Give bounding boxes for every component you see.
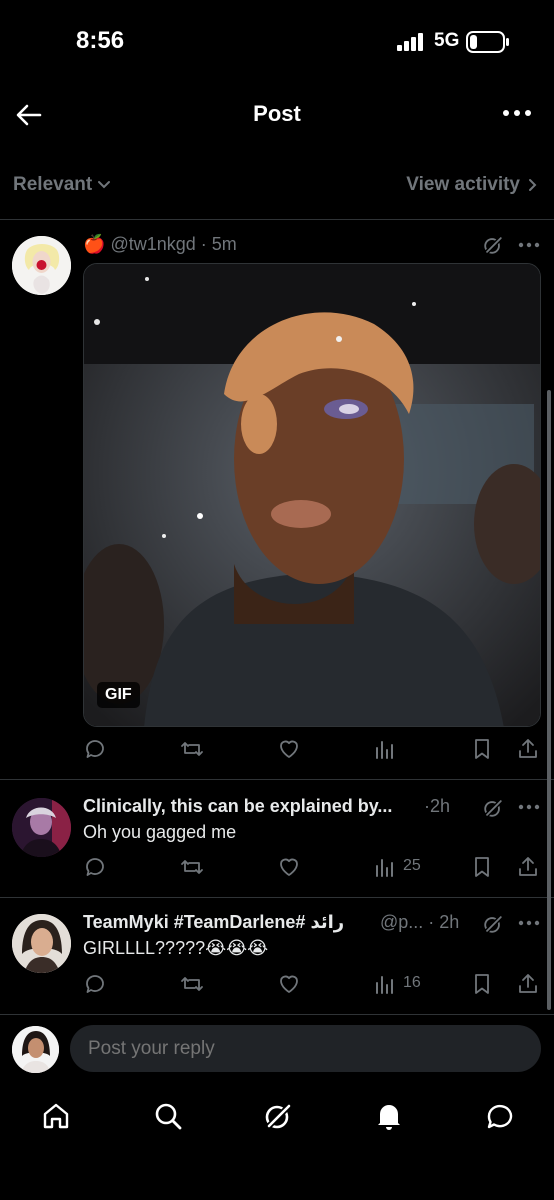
divider (0, 897, 554, 898)
heart-icon[interactable] (277, 972, 301, 996)
bookmark-icon[interactable] (470, 737, 494, 761)
views-icon[interactable] (373, 855, 397, 879)
handle-emoji: 🍎 (83, 234, 106, 254)
status-time: 8:56 (76, 27, 125, 54)
divider (0, 219, 554, 220)
reply-filter-row: Relevant View activity (0, 160, 554, 210)
heart-icon[interactable] (277, 737, 301, 761)
avatar[interactable] (12, 914, 71, 973)
chevron-down-icon (98, 181, 111, 189)
reply-author-name[interactable]: Clinically, this can be explained by... (83, 796, 392, 817)
reply-time: 2h (439, 912, 460, 932)
more-options-icon[interactable] (518, 241, 540, 249)
messages-icon[interactable] (484, 1100, 516, 1132)
views-icon[interactable] (373, 737, 397, 761)
divider (0, 779, 554, 780)
network-label: 5G (434, 30, 460, 51)
more-horizontal-icon[interactable] (502, 106, 532, 120)
chevron-right-icon (529, 179, 537, 191)
gif-media[interactable] (83, 263, 541, 727)
view-activity-label: View activity (406, 174, 520, 195)
avatar-image (12, 914, 71, 973)
battery-icon (466, 31, 509, 53)
share-icon[interactable] (516, 737, 540, 761)
bottom-nav (0, 1085, 554, 1200)
view-activity-link[interactable]: View activity (406, 174, 538, 196)
home-icon[interactable] (40, 1100, 72, 1132)
more-options-icon[interactable] (518, 803, 540, 811)
avatar-image (12, 236, 71, 295)
avatar-image (12, 1026, 59, 1073)
grok-icon[interactable] (482, 797, 504, 819)
share-icon[interactable] (516, 855, 540, 879)
post-handle[interactable]: @tw1nkgd (110, 234, 195, 254)
post-time: 5m (211, 234, 237, 254)
signal-icon (397, 33, 423, 51)
repost-icon[interactable] (180, 855, 204, 879)
divider (0, 1014, 554, 1015)
views-icon[interactable] (373, 972, 397, 996)
repost-icon[interactable] (180, 972, 204, 996)
views-count: 16 (403, 974, 421, 991)
heart-icon[interactable] (277, 855, 301, 879)
avatar[interactable] (12, 236, 71, 295)
grok-icon[interactable] (262, 1100, 294, 1132)
reply-icon[interactable] (83, 855, 107, 879)
reply-icon[interactable] (83, 737, 107, 761)
bell-icon[interactable] (373, 1100, 405, 1132)
page-title: Post (253, 101, 301, 126)
top-bar: Post (0, 84, 554, 148)
post-handle-row: 🍎 @tw1nkgd · 5m (83, 234, 237, 254)
sort-dropdown[interactable]: Relevant (13, 174, 111, 196)
more-options-icon[interactable] (518, 919, 540, 927)
avatar[interactable] (12, 798, 71, 857)
avatar[interactable] (12, 1026, 59, 1073)
views-count: 25 (403, 857, 421, 874)
gif-badge: GIF (97, 682, 140, 708)
reply-text: Oh you gagged me (83, 822, 237, 842)
bookmark-icon[interactable] (470, 855, 494, 879)
share-icon[interactable] (516, 972, 540, 996)
reply-time: 2h (430, 796, 451, 816)
status-bar: 8:56 5G (0, 0, 554, 84)
avatar-image (12, 798, 71, 857)
search-icon[interactable] (152, 1100, 184, 1132)
reply-time-row: ·2h (424, 796, 451, 816)
gif-image (84, 264, 540, 726)
reply-input[interactable] (70, 1025, 541, 1072)
bookmark-icon[interactable] (470, 972, 494, 996)
repost-icon[interactable] (180, 737, 204, 761)
grok-icon[interactable] (482, 234, 504, 256)
scrollbar[interactable] (547, 390, 551, 1010)
grok-icon[interactable] (482, 913, 504, 935)
reply-icon[interactable] (83, 972, 107, 996)
reply-time-row: @p... · 2h (380, 912, 460, 932)
sort-label: Relevant (13, 174, 93, 195)
reply-text: GIRLLLL?????😭😭😭 (83, 938, 269, 958)
reply-author-name[interactable]: TeamMyki #TeamDarlene# رائد (83, 912, 344, 933)
reply-handle[interactable]: @p... (380, 912, 423, 932)
